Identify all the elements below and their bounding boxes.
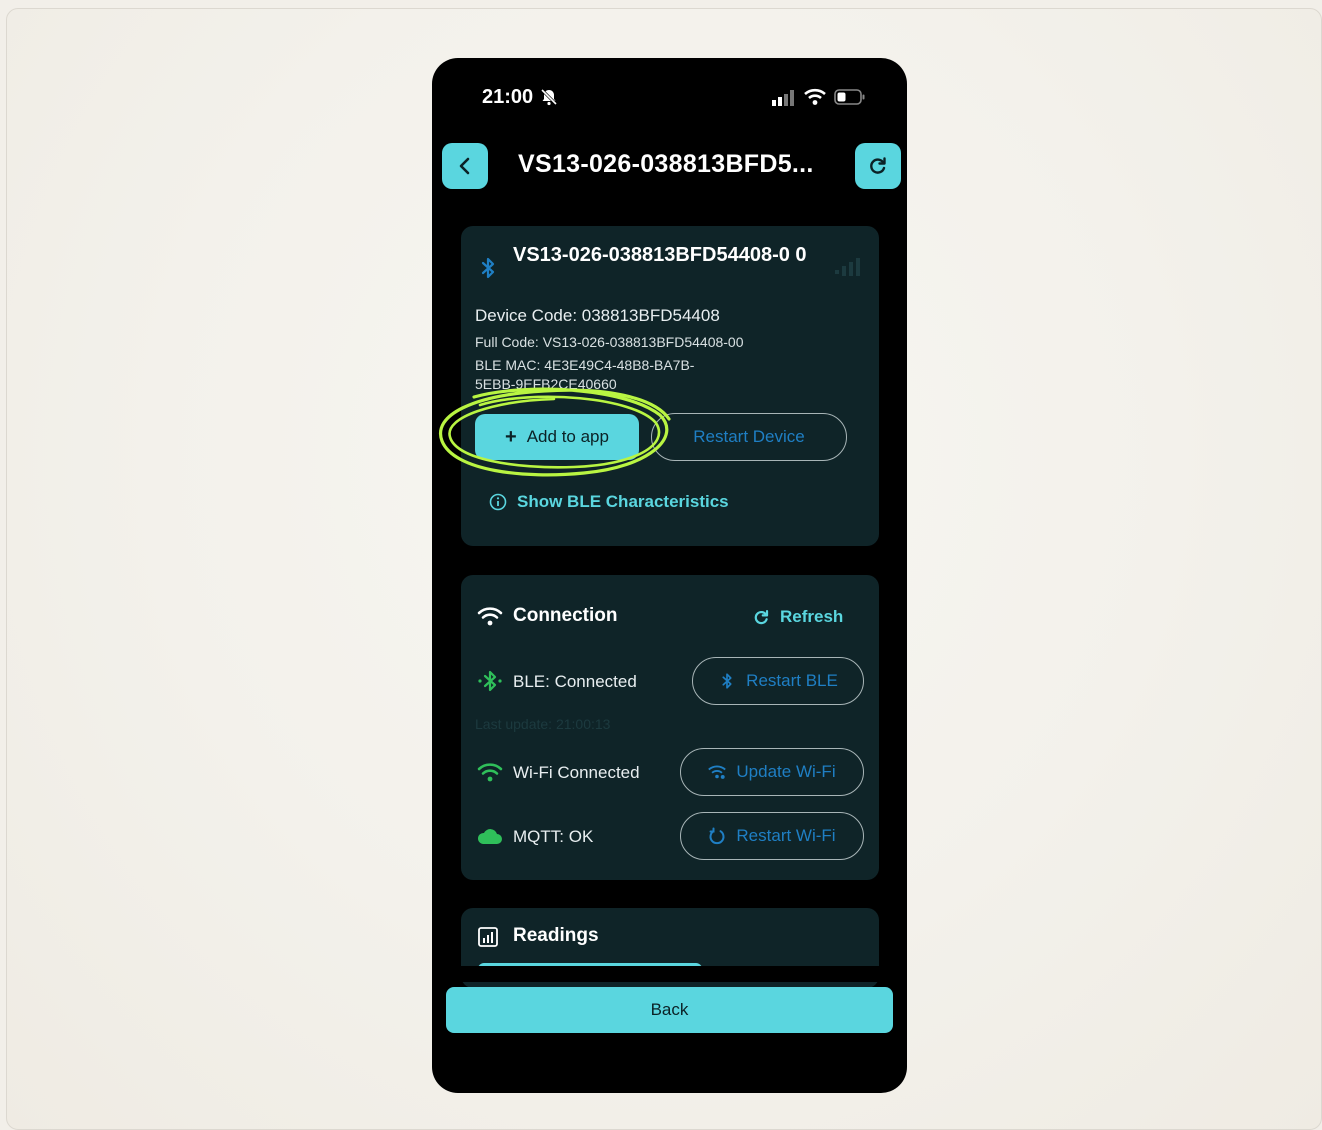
update-wifi-label: Update Wi-Fi — [736, 762, 836, 781]
muted-bell-icon — [540, 88, 558, 106]
ble-mac: BLE MAC: 4E3E49C4-48B8-BA7B-5EBB-9EFB2CE… — [475, 357, 695, 392]
phone-screen: 21:00 VS13-026-038813BFD5... VS13-026-03… — [432, 58, 907, 1093]
restart-device-button[interactable]: Restart Device — [651, 413, 847, 461]
cellular-signal-icon — [772, 90, 794, 106]
connection-title: Connection — [513, 605, 618, 626]
page-title: VS13-026-038813BFD5... — [518, 150, 814, 178]
signal-strength-icon — [835, 258, 860, 276]
full-code: Full Code: VS13-026-038813BFD54408-00 — [475, 334, 744, 350]
connection-refresh-label: Refresh — [780, 607, 844, 626]
restart-device-label: Restart Device — [693, 427, 805, 446]
scroll-fade — [432, 966, 907, 982]
wifi-icon — [477, 607, 503, 626]
status-time: 21:00 — [482, 86, 534, 108]
bottom-back-label: Back — [650, 1000, 689, 1019]
last-update-text: Last update: 21:00:13 — [475, 716, 611, 732]
device-card: VS13-026-038813BFD54408-0 0 Device Code:… — [461, 226, 879, 546]
restart-wifi-label: Restart Wi-Fi — [736, 826, 836, 845]
add-to-app-label: Add to app — [526, 427, 609, 446]
power-cycle-icon — [709, 827, 725, 845]
restart-wifi-button[interactable]: Restart Wi-Fi — [680, 812, 864, 860]
bottom-back-button[interactable]: Back — [446, 987, 893, 1033]
wifi-status: Wi-Fi Connected — [513, 763, 640, 782]
header-back-button[interactable] — [442, 143, 488, 189]
chevron-left-icon — [459, 157, 470, 175]
refresh-icon — [754, 609, 769, 624]
restart-ble-button[interactable]: Restart BLE — [692, 657, 864, 705]
plus-icon: + — [505, 425, 517, 448]
wifi-status-icon — [804, 88, 826, 105]
battery-icon — [834, 89, 865, 105]
show-ble-label: Show BLE Characteristics — [517, 492, 729, 511]
bluetooth-icon — [481, 257, 495, 279]
chart-icon — [478, 927, 498, 947]
add-to-app-button[interactable]: + Add to app — [475, 414, 639, 460]
connection-refresh-button[interactable]: Refresh — [753, 607, 843, 627]
wifi-connected-icon — [477, 763, 503, 782]
restart-ble-label: Restart BLE — [746, 671, 838, 690]
wifi-settings-icon — [708, 765, 727, 779]
mqtt-status: MQTT: OK — [513, 827, 594, 846]
header-refresh-button[interactable] — [855, 143, 901, 189]
cloud-icon — [477, 829, 502, 844]
bluetooth-icon — [722, 673, 732, 689]
readings-title: Readings — [513, 925, 599, 946]
screenshot-frame: 21:00 VS13-026-038813BFD5... VS13-026-03… — [6, 8, 1322, 1130]
info-icon — [489, 493, 507, 511]
device-name: VS13-026-038813BFD54408-0 0 — [513, 244, 807, 266]
bluetooth-connected-icon — [478, 670, 502, 692]
refresh-icon — [870, 157, 886, 174]
device-code: Device Code: 038813BFD54408 — [475, 306, 720, 325]
connection-card: Connection Refresh BLE: Connected Restar… — [461, 575, 879, 880]
update-wifi-button[interactable]: Update Wi-Fi — [680, 748, 864, 796]
show-ble-characteristics-link[interactable]: Show BLE Characteristics — [489, 492, 729, 512]
ble-status: BLE: Connected — [513, 672, 637, 691]
